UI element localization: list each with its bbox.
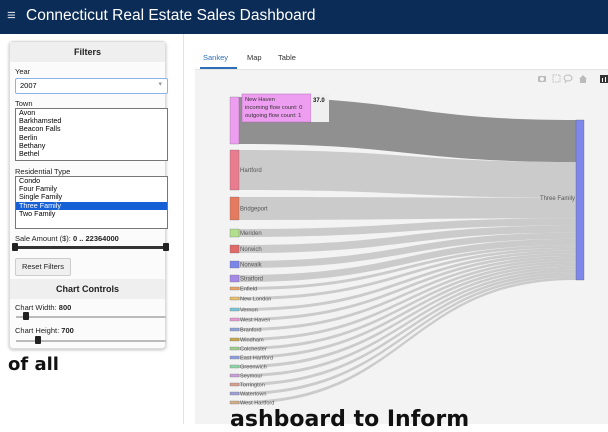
sale-amount-fill: [16, 246, 166, 249]
home-icon[interactable]: [579, 75, 587, 83]
sankey-node[interactable]: [229, 317, 240, 322]
sankey-chart: Hartford Bridgeport Meriden Norwich Norwalk S…: [229, 93, 585, 407]
app-header: ≡ Connecticut Real Estate Sales Dashboar…: [0, 0, 608, 34]
box-select-icon[interactable]: [552, 74, 561, 83]
town-option[interactable]: Bethel: [16, 149, 167, 158]
sankey-node-label: Bridgeport: [240, 207, 268, 213]
divider: [183, 34, 184, 424]
sankey-chart-area: Hartford Bridgeport Meriden Norwich Norwalk S…: [195, 70, 608, 424]
tooltip-line: New Haven: [245, 97, 275, 103]
chart-width-track: [16, 316, 166, 318]
sankey-node[interactable]: [229, 355, 240, 360]
sankey-node[interactable]: [229, 373, 240, 378]
sankey-node-label: Colchester: [240, 347, 267, 353]
sankey-node[interactable]: [229, 274, 240, 283]
sankey-link[interactable]: [239, 269, 576, 377]
sankey-node-label: Norwich: [240, 247, 262, 253]
town-listbox[interactable]: Avon Barkhamsted Beacon Falls Berlin Bet…: [15, 108, 168, 161]
filters-title: Filters: [10, 42, 165, 62]
sankey-target-label: Three Family: [540, 196, 575, 202]
town-option[interactable]: Beacon Falls: [16, 125, 167, 133]
sankey-node-label: Enfield: [240, 287, 257, 293]
sankey-node[interactable]: [229, 149, 240, 191]
sankey-node-label: Meriden: [240, 231, 262, 237]
sankey-tooltip: New Haven incoming flow count: 0 outgoing …: [241, 93, 329, 123]
tab-table[interactable]: Table: [278, 53, 296, 62]
sankey-node[interactable]: [229, 244, 240, 254]
sankey-node-label: West Hartford: [240, 401, 274, 407]
sankey-node-label: East Hartford: [240, 356, 273, 362]
chart-width-label: Chart Width: 800: [15, 303, 72, 312]
sankey-node[interactable]: [229, 286, 240, 291]
app-title: Connecticut Real Estate Sales Dashboard: [26, 7, 316, 24]
sankey-node[interactable]: [229, 364, 240, 369]
sankey-node[interactable]: [229, 196, 240, 221]
sankey-node[interactable]: [229, 382, 240, 387]
sankey-node-label: Watertown: [240, 392, 267, 398]
overlay-caption-left: of all: [8, 354, 59, 375]
sankey-node-label: Seymour: [240, 374, 263, 380]
plotly-logo-icon[interactable]: [600, 75, 608, 83]
sankey-node[interactable]: [229, 228, 240, 238]
year-select[interactable]: 2007 ▾: [15, 78, 168, 94]
sankey-link[interactable]: [239, 197, 576, 220]
sankey-node[interactable]: [229, 327, 240, 332]
sankey-links: [239, 97, 576, 404]
tooltip-line: incoming flow count: 0: [245, 105, 302, 111]
sankey-node-label: Vernon: [240, 308, 258, 314]
sankey-node[interactable]: [229, 346, 240, 351]
sankey-node-label: Norwalk: [240, 263, 263, 269]
sankey-node[interactable]: [229, 96, 240, 145]
chart-controls-title: Chart Controls: [10, 279, 165, 299]
chart-height-handle[interactable]: [35, 336, 41, 344]
sankey-node[interactable]: [229, 307, 240, 312]
year-value: 2007: [20, 81, 37, 90]
sankey-node-label: West Haven: [240, 318, 270, 324]
sale-amount-value: 0 .. 22364000: [72, 234, 119, 243]
chart-width-handle[interactable]: [23, 312, 29, 320]
tooltip-value: 37.0: [313, 98, 325, 104]
tab-map[interactable]: Map: [247, 53, 262, 62]
tooltip-line: outgoing flow count: 1: [245, 113, 301, 119]
sankey-node-label: Greenwich: [240, 365, 267, 371]
sale-amount-min-handle[interactable]: [12, 243, 18, 251]
camera-icon[interactable]: [538, 76, 546, 82]
sankey-node-label: Hartford: [240, 168, 262, 174]
sankey-node-label: Stratford: [240, 277, 263, 283]
sankey-node-label: Branford: [240, 328, 261, 334]
sankey-node[interactable]: [229, 391, 240, 396]
sankey-node-label: New London: [240, 297, 271, 303]
chart-height-label: Chart Height: 700: [15, 326, 74, 335]
lasso-icon[interactable]: [563, 74, 573, 84]
residential-type-listbox[interactable]: Condo Four Family Single Family Three Fa…: [15, 176, 168, 229]
sankey-node[interactable]: [229, 296, 240, 301]
sankey-node-label: Windham: [240, 338, 264, 344]
reset-filters-button[interactable]: Reset Filters: [15, 258, 71, 276]
tab-sankey[interactable]: Sankey: [203, 53, 228, 62]
chart-height-value: 700: [61, 326, 74, 335]
year-label: Year: [15, 67, 31, 76]
sale-amount-max-handle[interactable]: [163, 243, 169, 251]
sankey-node-label: Torrington: [240, 383, 265, 389]
hamburger-menu-icon[interactable]: ≡: [7, 7, 16, 24]
sale-amount-label: Sale Amount ($): 0 .. 22364000: [15, 234, 119, 243]
sankey-node[interactable]: [229, 337, 240, 342]
sankey-target-node[interactable]: [575, 119, 585, 281]
sankey-link[interactable]: [239, 271, 576, 386]
town-label: Town: [15, 99, 33, 108]
chart-width-value: 800: [58, 303, 72, 312]
residential-type-label: Residential Type: [15, 167, 71, 176]
residential-type-option[interactable]: Two Family: [16, 209, 167, 218]
overlay-caption-bottom: ashboard to Inform: [230, 407, 470, 432]
modebar-icons: [538, 74, 608, 84]
chevron-down-icon: ▾: [158, 81, 162, 88]
sankey-node[interactable]: [229, 400, 240, 405]
sankey-node[interactable]: [229, 260, 240, 269]
